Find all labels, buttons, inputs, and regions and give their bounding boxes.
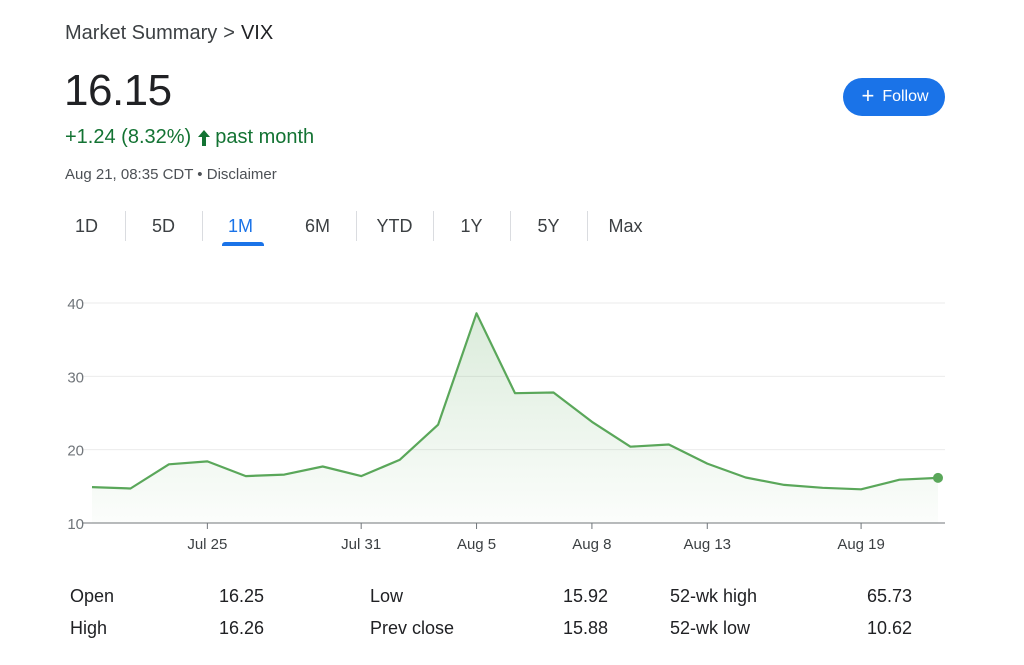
- x-tick-label: Aug 5: [457, 536, 496, 553]
- stat-label-open: Open: [70, 586, 115, 606]
- tab-5d[interactable]: 5D: [125, 208, 202, 248]
- y-tick-label: 40: [67, 296, 84, 313]
- stats-row: High 16.26 Prev close 15.88 52-wk low 10…: [70, 616, 920, 648]
- current-price: 16.15: [64, 66, 172, 115]
- stat-label-low: Low: [370, 586, 404, 606]
- last-point-marker: [933, 472, 943, 483]
- price-change: +1.24 (8.32%) past month: [65, 126, 314, 149]
- tab-max[interactable]: Max: [587, 208, 664, 248]
- area-fill: [92, 313, 938, 523]
- price-chart: 10 20 30 40 Jul 25 Jul 31 Aug 5 Aug 8 Aug 13 Aug …: [67, 296, 945, 553]
- x-tick-label: Aug 19: [837, 536, 885, 553]
- x-tick-label: Jul 31: [341, 536, 381, 553]
- follow-label: Follow: [882, 88, 929, 105]
- x-tick-label: Aug 13: [683, 536, 731, 553]
- tab-1m[interactable]: 1M: [202, 208, 279, 248]
- change-period: past month: [215, 126, 315, 148]
- tab-5y[interactable]: 5Y: [510, 208, 587, 248]
- stat-value-52wk-high: 65.73: [866, 586, 912, 606]
- stats-row: Open 16.25 Low 15.92 52-wk high 65.73: [70, 584, 920, 616]
- stat-value-prev-close: 15.88: [562, 618, 608, 638]
- stat-label-52wk-low: 52-wk low: [670, 618, 751, 638]
- stat-value-low: 15.92: [562, 586, 608, 606]
- x-tick-label: Aug 8: [572, 536, 611, 553]
- disclaimer-link[interactable]: Disclaimer: [207, 166, 277, 183]
- x-tick-label: Jul 25: [187, 536, 227, 553]
- tab-1y[interactable]: 1Y: [433, 208, 510, 248]
- timestamp: Aug 21, 08:35 CDT • Disclaimer: [65, 166, 277, 183]
- stat-label-52wk-high: 52-wk high: [670, 586, 758, 606]
- follow-button[interactable]: + Follow: [843, 78, 945, 116]
- stat-label-prev-close: Prev close: [370, 618, 455, 638]
- stats-table: Open 16.25 Low 15.92 52-wk high 65.73 Hi…: [70, 584, 920, 648]
- y-tick-label: 30: [67, 369, 84, 386]
- breadcrumb-root[interactable]: Market Summary: [65, 22, 217, 44]
- symbol-label: VIX: [240, 22, 274, 44]
- change-value: +1.24 (8.32%): [65, 126, 192, 148]
- y-tick-label: 10: [67, 516, 84, 533]
- tab-6m[interactable]: 6M: [279, 208, 356, 248]
- arrow-up-icon: [198, 129, 211, 146]
- timestamp-text: Aug 21, 08:35 CDT: [65, 166, 194, 183]
- breadcrumb-separator: >: [223, 22, 235, 44]
- range-tabs: 1D 5D 1M 6M YTD 1Y 5Y Max: [48, 208, 664, 248]
- stat-value-open: 16.25: [218, 586, 264, 606]
- tab-1d[interactable]: 1D: [48, 208, 125, 248]
- stat-value-52wk-low: 10.62: [866, 618, 912, 638]
- stat-label-high: High: [70, 618, 108, 638]
- y-tick-label: 20: [67, 443, 84, 460]
- stat-value-high: 16.26: [218, 618, 264, 638]
- plus-icon: +: [861, 83, 875, 108]
- tab-ytd[interactable]: YTD: [356, 208, 433, 248]
- breadcrumb: Market Summary > VIX: [65, 22, 273, 45]
